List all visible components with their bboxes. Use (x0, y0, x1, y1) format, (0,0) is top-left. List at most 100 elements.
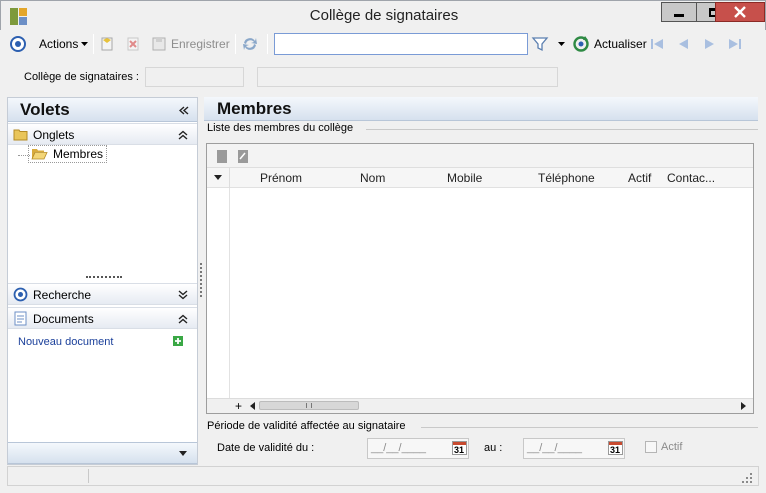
refresh-button[interactable]: Actualiser (572, 33, 647, 55)
status-bar (7, 466, 759, 486)
grid-toolbar (207, 144, 753, 168)
status-divider (88, 469, 89, 483)
column-header-contact[interactable]: Contac... (667, 171, 715, 185)
pane-splitter[interactable] (200, 263, 202, 297)
next-record-icon (705, 39, 714, 49)
first-record-button[interactable] (649, 33, 665, 55)
sync-button[interactable] (241, 33, 259, 55)
save-icon (152, 37, 166, 51)
refresh-label: Actualiser (594, 37, 647, 51)
college-label: Collège de signataires : (24, 71, 139, 83)
new-record-button[interactable] (99, 33, 115, 55)
fieldset-line (421, 427, 758, 428)
calendar-icon[interactable]: 31 (608, 441, 623, 455)
validity-from-label: Date de validité du : (217, 442, 315, 454)
chevron-down-icon (81, 42, 89, 46)
delete-icon (127, 37, 139, 51)
next-record-button[interactable] (701, 33, 717, 55)
folder-icon (13, 129, 28, 141)
tabs-group-label: Onglets (33, 128, 75, 142)
college-name-field[interactable] (257, 67, 558, 87)
search-group-label: Recherche (33, 288, 92, 302)
toolbar-separator (93, 34, 94, 54)
tabs-group-header[interactable]: Onglets (8, 123, 197, 145)
members-group-label: Liste des membres du collège (207, 122, 354, 134)
tree-item-members[interactable]: Membres (28, 145, 108, 163)
actions-label: Actions (39, 37, 79, 51)
scroll-right-icon[interactable] (741, 402, 747, 410)
minimize-button[interactable] (661, 2, 697, 22)
filter-dropdown-button[interactable] (557, 33, 566, 55)
add-icon[interactable] (173, 336, 183, 346)
delete-button[interactable] (125, 33, 141, 55)
document-icon (14, 311, 27, 326)
refresh-icon (573, 36, 589, 52)
actions-menu-button[interactable]: Actions (39, 33, 89, 55)
left-pane-title: Volets (20, 100, 70, 119)
target-icon (10, 36, 26, 52)
toolbar-separator (235, 34, 236, 54)
documents-group-header[interactable]: Documents (8, 307, 197, 329)
horizontal-scrollbar[interactable]: + (207, 398, 753, 413)
add-row-icon[interactable]: + (235, 400, 242, 412)
previous-record-button[interactable] (676, 33, 692, 55)
grid-add-row-icon[interactable] (216, 149, 228, 164)
search-input[interactable] (274, 33, 528, 55)
calendar-day: 31 (610, 445, 621, 455)
title-bar: Collège de signataires (0, 0, 766, 30)
column-chooser-icon[interactable] (214, 175, 222, 181)
toolbar-separator (267, 34, 268, 54)
members-grid[interactable]: Prénom Nom Mobile Téléphone Actif Contac… (206, 143, 754, 414)
active-checkbox[interactable] (645, 441, 657, 453)
header-divider (229, 168, 230, 188)
calendar-day: 31 (454, 445, 465, 455)
collapse-pane-icon[interactable] (179, 106, 189, 115)
close-icon (734, 6, 746, 18)
window-title: Collège de signataires (309, 7, 459, 24)
row-indicator-column (229, 188, 230, 398)
column-header-active[interactable]: Actif (628, 171, 651, 185)
grid-header-row: Prénom Nom Mobile Téléphone Actif Contac… (207, 168, 753, 188)
scroll-left-icon[interactable] (250, 402, 256, 410)
column-header-firstname[interactable]: Prénom (260, 171, 302, 185)
resize-grip-icon[interactable] (742, 473, 752, 483)
new-record-icon (101, 37, 113, 51)
main-title: Membres (217, 99, 292, 118)
sync-icon (243, 38, 257, 50)
college-code-field[interactable] (145, 67, 244, 87)
documents-group-label: Documents (33, 312, 94, 326)
folder-open-icon (31, 149, 48, 160)
left-pane-footer[interactable] (8, 442, 197, 464)
validity-to-label: au : (484, 442, 503, 454)
column-header-lastname[interactable]: Nom (360, 171, 385, 185)
chevron-down-icon (179, 451, 187, 456)
active-label: Actif (661, 441, 683, 453)
main-header: Membres (204, 97, 758, 121)
minimize-icon (674, 13, 684, 17)
validity-group-label: Période de validité affectée au signatai… (207, 420, 406, 432)
filter-button[interactable] (531, 33, 549, 55)
last-record-button[interactable] (727, 33, 743, 55)
search-group-header[interactable]: Recherche (8, 283, 197, 305)
last-record-icon (729, 39, 741, 49)
save-button[interactable]: Enregistrer (151, 33, 230, 55)
tree-item-label: Membres (53, 147, 104, 161)
filter-icon (531, 37, 549, 52)
grid-edit-row-icon[interactable] (237, 149, 249, 164)
column-header-phone[interactable]: Téléphone (538, 171, 595, 185)
chevron-down-icon (178, 290, 188, 300)
target-icon (13, 287, 28, 302)
save-label: Enregistrer (171, 37, 230, 51)
target-button[interactable] (9, 33, 27, 55)
close-button[interactable] (715, 2, 765, 22)
splitter-grip[interactable] (86, 276, 122, 278)
first-record-icon (651, 39, 663, 49)
calendar-icon[interactable]: 31 (452, 441, 467, 455)
scroll-thumb[interactable] (259, 401, 359, 410)
chevron-up-icon (178, 314, 188, 324)
fieldset-line (366, 129, 758, 130)
column-header-mobile[interactable]: Mobile (447, 171, 482, 185)
chevron-down-icon (558, 42, 565, 46)
left-pane: Volets Onglets Membres Recherche Documen… (7, 97, 198, 465)
new-document-link[interactable]: Nouveau document (18, 336, 113, 348)
